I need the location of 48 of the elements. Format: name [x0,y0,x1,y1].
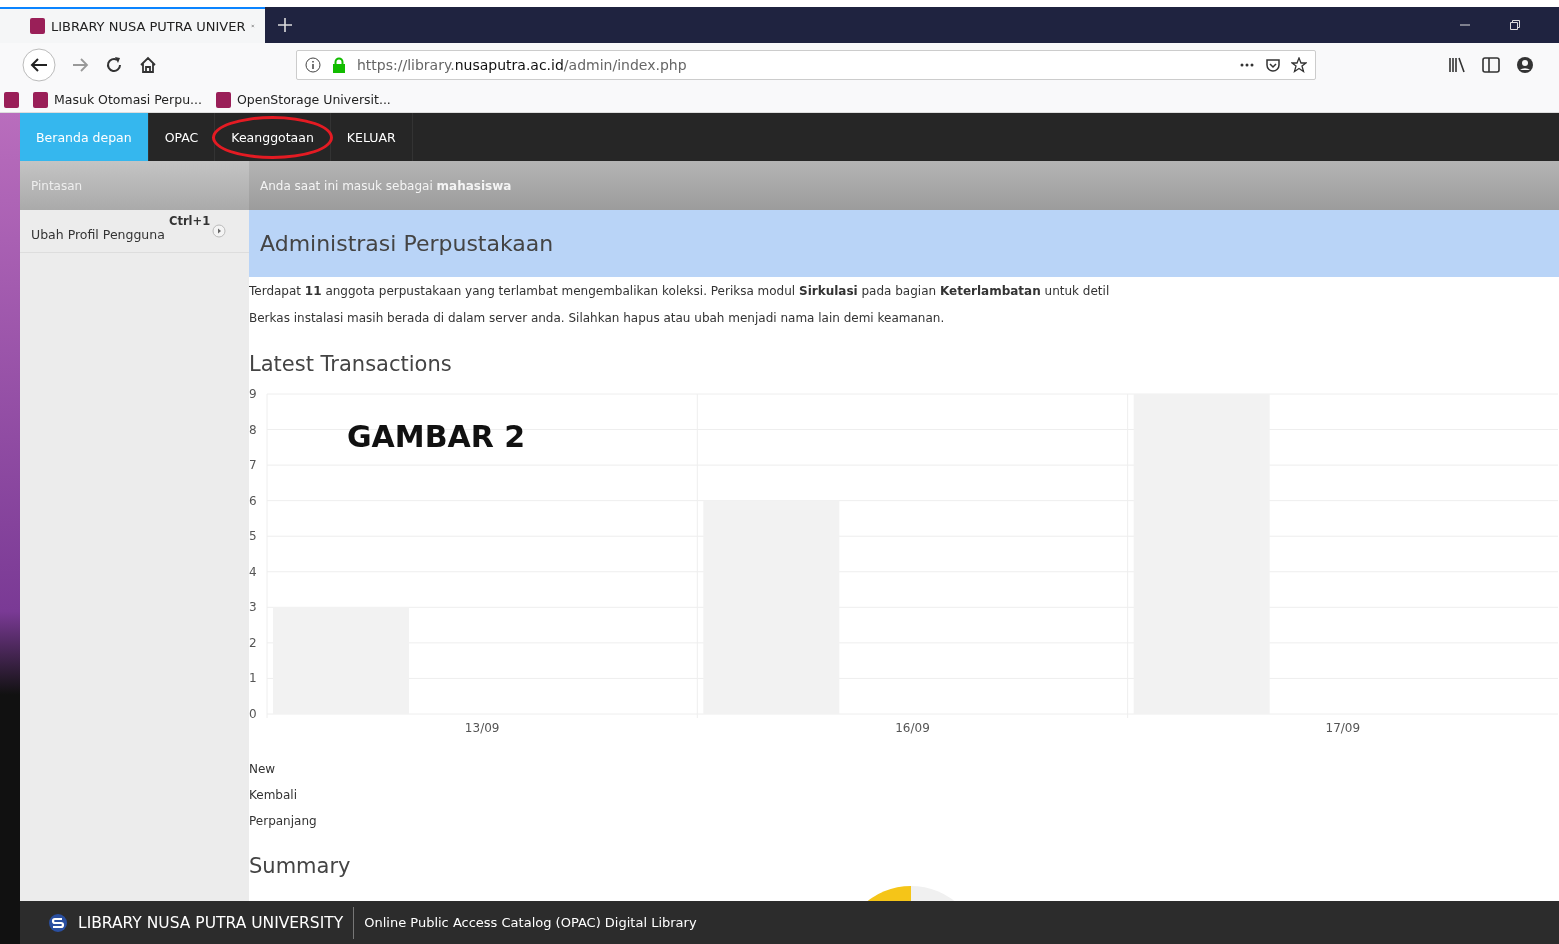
address-bar[interactable]: https://library.nusaputra.ac.id/admin/index.php [296,50,1316,80]
bookmark-link[interactable]: OpenStorage Universit... [216,91,391,108]
axis-tick-label: 1 [249,671,257,686]
axis-tick-label: 7 [249,458,257,473]
library-icon[interactable] [1447,55,1467,75]
url-text: https://library.nusaputra.ac.id/admin/index.php [357,57,687,73]
star-icon[interactable] [1291,57,1307,73]
axis-tick-label: 0 [249,707,257,721]
pocket-icon[interactable] [1265,57,1281,73]
notice-text: Berkas instalasi masih berada di dalam server anda. Silahkan hapus atau ubah menjadi nama lain demi keamanan. [249,310,946,327]
shortcut-label: Ctrl+1 [169,214,211,228]
axis-tick-label: 8 [249,422,257,437]
account-icon[interactable] [1515,55,1535,75]
title-banner: Administrasi Perpustakaan [249,210,1559,277]
legend-label: Perpanjang [249,813,318,830]
lock-icon [331,57,347,73]
new-tab-icon[interactable] [277,17,293,33]
section-title: Summary [249,854,352,878]
section-title: Latest Transactions [249,352,453,376]
favicon-icon [30,18,45,34]
legend-label: New [249,761,277,778]
footer-brand: LIBRARY NUSA PUTRA UNIVERSITY [78,906,355,939]
annotation-text: GAMBAR 2 [347,419,526,454]
axis-tick-label: 4 [249,564,257,579]
axis-tick-label: 17/09 [1325,721,1361,735]
notice-text: Terdapat 11 anggota perpustakaan yang terlambat mengembalikan koleksi. Periksa modul Sirkulasi pada bagian Keterlambatan untuk detil [249,283,1111,300]
home-icon[interactable] [138,55,158,75]
info-icon[interactable] [305,57,321,73]
reload-icon[interactable] [104,55,124,75]
axis-tick-label: 16/09 [895,721,930,735]
legend-label: Kembali [249,787,298,804]
footer-text: Online Public Access Catalog (OPAC) Digital Library [363,915,697,930]
axis-tick-label: 6 [249,493,257,508]
restore-icon[interactable] [1509,19,1521,31]
browser-tab[interactable]: LIBRARY NUSA PUTRA UNIVER [0,7,265,43]
back-icon[interactable] [22,48,56,82]
info-bar: Anda saat ini masuk sebagai mahasiswa [249,161,1559,210]
axis-tick-label: 2 [249,635,257,650]
axis-tick-label: 13/09 [464,721,500,735]
favicon-icon [4,91,19,108]
bookmark-link[interactable]: Masuk Otomasi Perpu... [33,91,202,108]
tab-title: LIBRARY NUSA PUTRA UNIVER [51,18,246,34]
axis-tick-label: 9 [249,387,257,401]
sidebar-title: Pintasan [31,178,83,193]
axis-tick-label: 3 [249,600,257,615]
axis-tick-label: 5 [249,529,257,544]
logo-icon [48,912,68,933]
sidebar-icon[interactable] [1481,55,1501,75]
